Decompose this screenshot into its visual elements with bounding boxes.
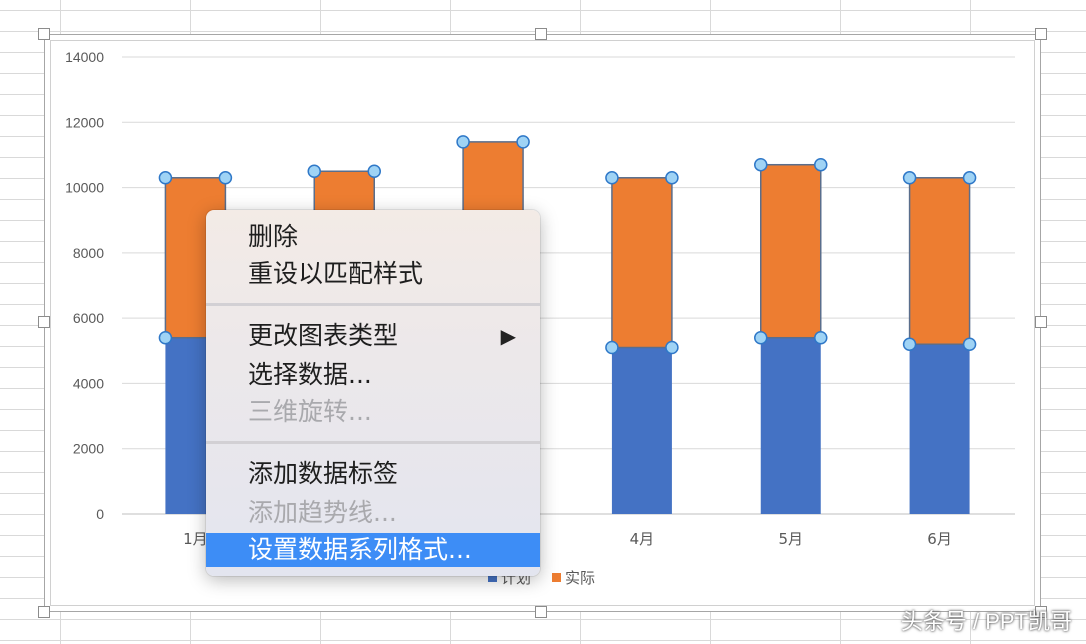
y-tick-label: 0 [96, 506, 104, 522]
selection-handle [456, 135, 470, 149]
selection-handle [605, 340, 619, 355]
menu-item-add-trendline: 添加趋势线... [206, 496, 540, 530]
selection-handle [754, 330, 768, 345]
y-tick-label: 4000 [73, 375, 104, 391]
selection-handle [218, 171, 233, 185]
menu-item-label: 添加数据标签 [248, 459, 399, 488]
selection-handle [158, 330, 173, 345]
x-tick-label: 6月 [927, 530, 952, 548]
y-tick-label: 8000 [73, 245, 104, 261]
menu-item-change-chart-type[interactable]: 更改图表类型 ▶ [206, 319, 540, 353]
x-tick-label: 4月 [630, 530, 655, 548]
selection-handle [902, 337, 917, 352]
menu-item-format-data-series[interactable]: 设置数据系列格式... [206, 533, 540, 567]
bar-segment [908, 177, 971, 346]
menu-item-3d-rotation: 三维旋转... [206, 395, 540, 429]
y-tick-label: 12000 [65, 114, 104, 130]
context-menu: 删除 重设以匹配样式 更改图表类型 ▶ 选择数据... 三维旋转... 添加数据标… [206, 210, 540, 576]
selection-handle [962, 337, 977, 352]
selection-handle [158, 171, 173, 185]
y-tick-label: 14000 [65, 49, 104, 65]
menu-separator [206, 441, 540, 444]
menu-item-add-data-labels[interactable]: 添加数据标签 [206, 457, 540, 491]
selection-handle [962, 171, 977, 185]
selection-handle [367, 164, 381, 178]
menu-separator [206, 303, 540, 306]
legend-label: 实际 [565, 569, 595, 587]
menu-item-label: 添加趋势线... [248, 498, 397, 527]
selection-handle [902, 171, 917, 185]
selection-handle [754, 157, 768, 172]
menu-item-label: 重设以匹配样式 [248, 259, 424, 288]
selection-handle [665, 171, 679, 185]
bar-segment [611, 177, 673, 349]
menu-item-reset-style[interactable]: 重设以匹配样式 [206, 257, 540, 291]
menu-item-select-data[interactable]: 选择数据... [206, 358, 540, 392]
x-tick-label: 5月 [778, 530, 803, 548]
selection-handle [814, 330, 828, 345]
bar-segment [611, 347, 672, 514]
selection-handle [665, 340, 679, 355]
x-tick-label: 1月 [183, 530, 208, 548]
submenu-arrow-icon: ▶ [500, 324, 516, 348]
legend-swatch [552, 573, 561, 582]
y-tick-label: 10000 [65, 180, 104, 196]
watermark: 头条号 / PPT凯哥 [900, 609, 1072, 634]
menu-item-label: 设置数据系列格式... [248, 535, 472, 564]
y-tick-label: 2000 [73, 441, 104, 457]
bar-segment [760, 337, 821, 514]
menu-item-label: 删除 [248, 222, 299, 251]
menu-item-delete[interactable]: 删除 [206, 220, 540, 254]
selection-handle [605, 171, 619, 185]
stacked-bar-chart: 020004000600080001000012000140001月2月3月4月… [65, 49, 1015, 587]
bar-segment [760, 163, 822, 339]
selection-handle [307, 164, 321, 178]
selection-handle [516, 135, 530, 149]
menu-item-label: 选择数据... [248, 360, 372, 389]
selection-handle [814, 157, 828, 172]
bar-segment [909, 344, 970, 514]
y-tick-label: 6000 [73, 310, 104, 326]
menu-item-label: 三维旋转... [248, 397, 372, 426]
menu-item-label: 更改图表类型 [248, 321, 399, 350]
